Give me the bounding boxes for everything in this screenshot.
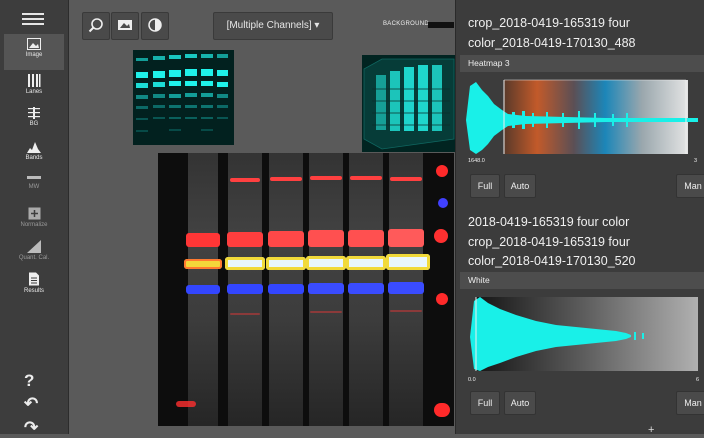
blue-band [268,284,304,294]
marker-spot [434,403,450,417]
channel-thumbnail[interactable] [133,50,234,145]
red-band [270,177,302,181]
red-band [268,231,304,247]
red-band [388,229,424,247]
contrast-icon [148,18,162,32]
heatmap-section-header[interactable]: Heatmap 3 [460,55,704,72]
normalize-icon [28,207,40,220]
channel-title-line: crop_2018-0419-165319 four [468,235,630,249]
manual-range-button[interactable]: Man [676,391,704,415]
marker-spot [436,165,448,177]
background-label: BACKGROUND [383,21,430,27]
heatmap-histogram[interactable] [466,76,698,158]
background-icon [28,107,40,119]
red-band [230,313,260,315]
yellow-band [386,254,430,270]
molecular-weight-icon [27,176,41,179]
results-icon [29,272,39,286]
tool-mw-label: MW [28,184,40,190]
red-band [186,233,220,247]
marker-spot [438,198,448,208]
red-band [350,176,382,180]
marker-spot [176,401,196,407]
yellow-band [266,257,306,270]
red-band [310,176,342,180]
marker-spot [436,293,448,305]
red-band [308,230,344,247]
blue-band [308,283,344,294]
image-view-button[interactable] [111,12,139,40]
contrast-button[interactable] [141,12,169,40]
red-band [390,310,422,312]
image-icon [27,38,41,50]
channel-title-line: crop_2018-0419-165319 four [468,16,630,30]
tool-bands-label: Bands [25,155,43,161]
channel-select[interactable]: [Multiple Channels] ▾ [213,12,333,40]
red-band [227,232,263,247]
yellow-band [225,257,265,270]
tool-lanes-label: Lanes [25,89,43,95]
picture-icon [118,20,132,30]
redo-icon[interactable]: ↷ [24,418,38,438]
tool-lanes[interactable]: Lanes [4,70,64,106]
channel-3d-thumbnail[interactable] [362,55,456,152]
histogram-min-label: 0.0 [468,377,476,383]
zoom-button[interactable] [82,12,110,40]
histogram-max-label: 6 [696,377,700,383]
histogram-max-label: 3 [694,158,698,164]
help-icon[interactable]: ? [24,371,34,391]
tool-quant-cal-label: Quant. Cal. [18,255,50,261]
blue-band [227,284,263,294]
white-section-header[interactable]: White [460,272,704,289]
tool-bg-label: BG [29,121,39,127]
tool-normalize-label: Normalize [20,222,48,228]
tool-bands[interactable]: Bands [4,136,64,172]
tool-image[interactable]: Image [4,34,64,70]
white-histogram[interactable] [466,293,698,375]
red-band [348,230,384,247]
auto-range-button[interactable]: Auto [504,174,536,198]
channel-title-line: color_2018-0419-170130_520 [468,254,636,268]
full-range-button[interactable]: Full [470,174,500,198]
red-band [390,177,422,181]
background-swatch[interactable] [428,22,454,28]
auto-range-button[interactable]: Auto [504,391,536,415]
tool-rail: Image Lanes BG Bands MW Normalize Quant.… [0,0,69,437]
tool-results-label: Results [23,288,44,294]
channel-title-line: 2018-0419-165319 four color [468,215,630,229]
hamburger-menu-icon[interactable] [22,10,44,26]
tool-image-label: Image [25,52,43,58]
gel-image[interactable] [158,153,454,426]
channel-title-line: color_2018-0419-170130_488 [468,36,636,50]
marker-spot [434,229,448,243]
red-band [310,311,342,313]
full-range-button[interactable]: Full [470,391,500,415]
lanes-icon [28,74,41,87]
tool-bg[interactable]: BG [4,103,64,139]
undo-icon[interactable]: ↶ [24,394,38,414]
tool-results[interactable]: Results [4,268,64,304]
tool-quant-cal[interactable]: Quant. Cal. [4,236,64,272]
manual-range-button[interactable]: Man [676,174,704,198]
tool-normalize[interactable]: Normalize [4,203,64,239]
yellow-band [346,256,386,270]
yellow-band [184,259,222,269]
red-band [230,178,260,182]
bands-icon [27,142,41,153]
blue-band [388,282,424,294]
zoom-icon [88,18,103,33]
blue-band [348,283,384,294]
display-settings-panel: crop_2018-0419-165319 four color_2018-04… [455,0,704,434]
tool-mw[interactable]: MW [4,170,64,206]
add-channel-button[interactable]: + [648,424,654,436]
yellow-band [306,256,346,270]
blue-band [186,285,220,294]
quant-cal-icon [27,240,41,253]
histogram-min-label: 1648.0 [468,158,485,164]
